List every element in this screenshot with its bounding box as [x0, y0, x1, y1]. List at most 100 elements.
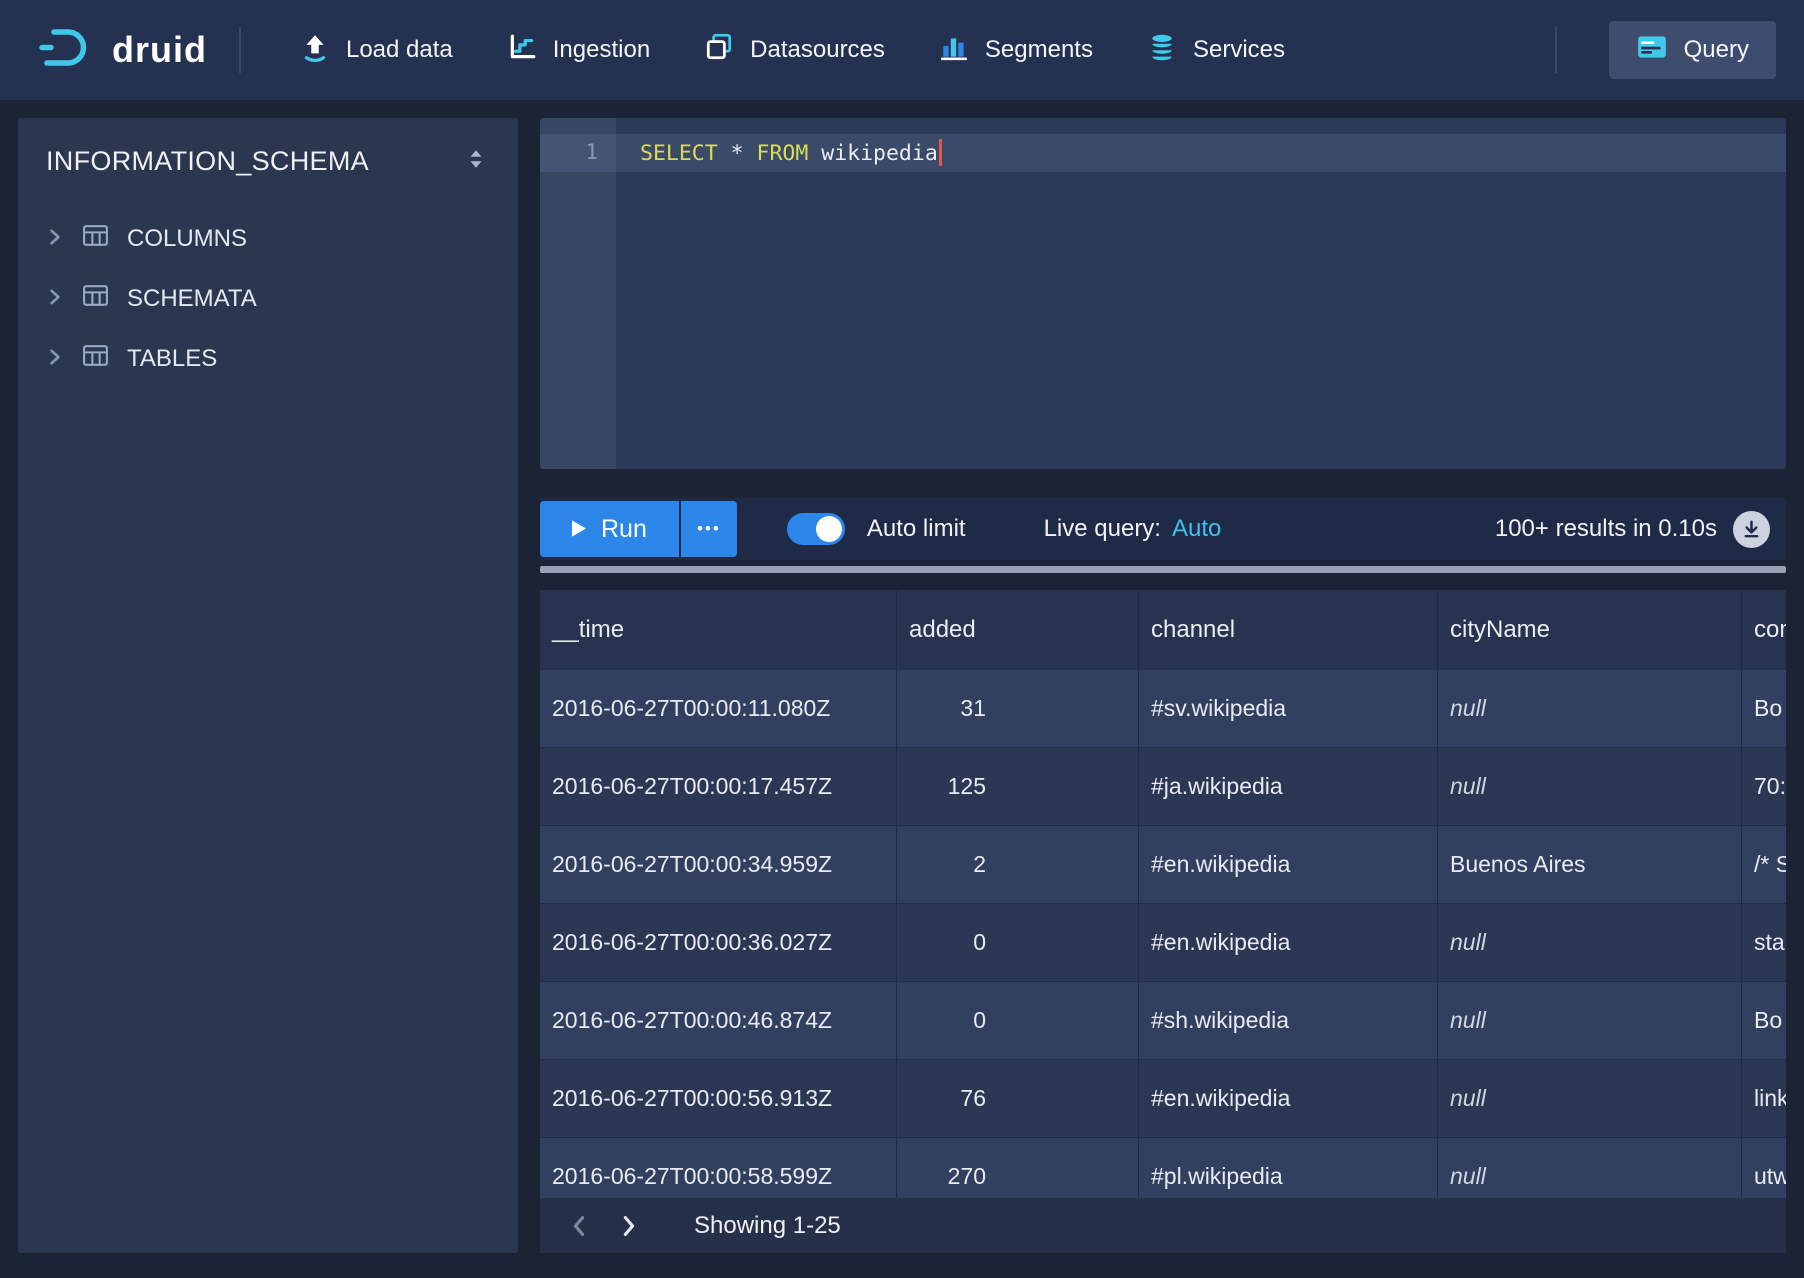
- main-nav: Load data Ingestion Datasources: [273, 0, 1776, 100]
- nav-item-ingestion[interactable]: Ingestion: [480, 0, 677, 100]
- table-icon: [82, 283, 109, 315]
- table-cell[interactable]: 0: [897, 904, 1139, 982]
- table-row: 2016-06-27T00:00:11.080Z 31 #sv.wikipedi…: [540, 670, 1786, 748]
- table-icon: [82, 343, 109, 375]
- sql-editor[interactable]: 1 SELECT * FROM wikipedia: [540, 118, 1786, 469]
- run-toolbar: Run ••• Auto limit Live query: Auto 100+…: [540, 498, 1786, 560]
- nav-label: Services: [1193, 36, 1285, 64]
- table-row: 2016-06-27T00:00:56.913Z 76 #en.wikipedi…: [540, 1060, 1786, 1138]
- table-cell[interactable]: Bo: [1742, 670, 1786, 748]
- table-cell[interactable]: null: [1438, 748, 1742, 826]
- top-navigation-bar: druid Load data Ingestion: [0, 0, 1804, 100]
- chevron-right-icon: [46, 345, 64, 373]
- query-icon: [1636, 32, 1668, 69]
- showing-range-label: Showing 1-25: [694, 1212, 841, 1240]
- nav-label: Segments: [985, 36, 1093, 64]
- table-cell[interactable]: 2016-06-27T00:00:36.027Z: [540, 904, 897, 982]
- table-row: 2016-06-27T00:00:34.959Z 2 #en.wikipedia…: [540, 826, 1786, 904]
- chevron-right-icon: [46, 285, 64, 313]
- nav-item-load-data[interactable]: Load data: [273, 0, 480, 100]
- druid-logo-icon: [38, 25, 96, 76]
- table-cell[interactable]: #sh.wikipedia: [1139, 982, 1438, 1060]
- play-icon: [572, 515, 586, 544]
- table-cell[interactable]: 2016-06-27T00:00:46.874Z: [540, 982, 897, 1060]
- table-cell[interactable]: 31: [897, 670, 1139, 748]
- table-cell[interactable]: 2016-06-27T00:00:17.457Z: [540, 748, 897, 826]
- table-cell[interactable]: 2016-06-27T00:00:11.080Z: [540, 670, 897, 748]
- schema-tree: COLUMNS SCHEMATA: [46, 209, 490, 389]
- sql-identifier: wikipedia: [821, 141, 938, 166]
- ellipsis-icon: •••: [697, 519, 721, 539]
- double-caret-icon[interactable]: [462, 142, 490, 181]
- table-row: 2016-06-27T00:00:17.457Z 125 #ja.wikiped…: [540, 748, 1786, 826]
- results-summary: 100+ results in 0.10s: [1495, 515, 1717, 543]
- auto-limit-toggle[interactable]: [787, 513, 845, 545]
- table-cell[interactable]: sta: [1742, 904, 1786, 982]
- table-cell[interactable]: null: [1438, 904, 1742, 982]
- column-header-comment[interactable]: com: [1742, 590, 1786, 670]
- query-progress-bar: [540, 566, 1786, 573]
- run-button[interactable]: Run: [540, 501, 679, 557]
- table-cell[interactable]: link: [1742, 1060, 1786, 1138]
- table-cell[interactable]: 70:: [1742, 748, 1786, 826]
- live-query-value[interactable]: Auto: [1172, 515, 1221, 543]
- column-header-time[interactable]: __time: [540, 590, 897, 670]
- schema-selector[interactable]: INFORMATION_SCHEMA: [46, 142, 490, 181]
- toggle-knob: [816, 516, 842, 542]
- nav-item-services[interactable]: Services: [1120, 0, 1312, 100]
- previous-page-button[interactable]: [554, 1201, 604, 1251]
- table-cell[interactable]: 125: [897, 748, 1139, 826]
- table-cell[interactable]: #en.wikipedia: [1139, 1060, 1438, 1138]
- table-cell[interactable]: #ja.wikipedia: [1139, 748, 1438, 826]
- nav-item-datasources[interactable]: Datasources: [677, 0, 912, 100]
- table-cell[interactable]: 2: [897, 826, 1139, 904]
- table-cell[interactable]: #en.wikipedia: [1139, 826, 1438, 904]
- table-cell[interactable]: null: [1438, 1060, 1742, 1138]
- tree-item-label: TABLES: [127, 345, 217, 373]
- segments-icon: [939, 32, 969, 69]
- content-area: INFORMATION_SCHEMA: [0, 100, 1804, 1278]
- auto-limit-label: Auto limit: [867, 515, 966, 543]
- table-row: 2016-06-27T00:00:46.874Z 0 #sh.wikipedia…: [540, 982, 1786, 1060]
- table-row: 2016-06-27T00:00:36.027Z 0 #en.wikipedia…: [540, 904, 1786, 982]
- sql-keyword: FROM: [757, 141, 809, 166]
- nav-item-query[interactable]: Query: [1609, 21, 1776, 79]
- live-query-label: Live query:: [1044, 515, 1161, 543]
- table-cell[interactable]: 2016-06-27T00:00:34.959Z: [540, 826, 897, 904]
- table-cell[interactable]: 2016-06-27T00:00:56.913Z: [540, 1060, 897, 1138]
- tree-item-columns[interactable]: COLUMNS: [46, 209, 490, 269]
- tree-item-label: COLUMNS: [127, 225, 247, 253]
- datasources-icon: [704, 32, 734, 69]
- results-panel: __time added channel cityName com 2016-0…: [540, 590, 1786, 1253]
- sql-star: *: [731, 141, 744, 166]
- query-workbench: 1 SELECT * FROM wikipedia Run ••• Auto l…: [540, 118, 1786, 1253]
- table-cell[interactable]: null: [1438, 982, 1742, 1060]
- column-header-cityname[interactable]: cityName: [1438, 590, 1742, 670]
- table-cell[interactable]: null: [1438, 670, 1742, 748]
- table-cell[interactable]: Bo: [1742, 982, 1786, 1060]
- brand-name: druid: [112, 29, 207, 71]
- run-button-label: Run: [601, 515, 647, 544]
- table-cell[interactable]: /* S: [1742, 826, 1786, 904]
- nav-label: Query: [1684, 36, 1749, 64]
- table-cell[interactable]: 76: [897, 1060, 1139, 1138]
- tree-item-tables[interactable]: TABLES: [46, 329, 490, 389]
- table-icon: [82, 223, 109, 255]
- table-cell[interactable]: #en.wikipedia: [1139, 904, 1438, 982]
- nav-item-segments[interactable]: Segments: [912, 0, 1120, 100]
- line-number: 1: [540, 140, 598, 164]
- download-results-button[interactable]: [1733, 511, 1770, 548]
- next-page-button[interactable]: [604, 1201, 654, 1251]
- run-more-button[interactable]: •••: [681, 501, 737, 557]
- table-cell[interactable]: #sv.wikipedia: [1139, 670, 1438, 748]
- druid-logo[interactable]: druid: [38, 25, 207, 76]
- nav-label: Ingestion: [553, 36, 650, 64]
- table-cell[interactable]: 0: [897, 982, 1139, 1060]
- tree-item-schemata[interactable]: SCHEMATA: [46, 269, 490, 329]
- column-header-added[interactable]: added: [897, 590, 1139, 670]
- column-header-channel[interactable]: channel: [1139, 590, 1438, 670]
- schema-sidebar: INFORMATION_SCHEMA: [18, 118, 518, 1253]
- tree-item-label: SCHEMATA: [127, 285, 257, 313]
- sql-keyword: SELECT: [640, 141, 718, 166]
- table-cell[interactable]: Buenos Aires: [1438, 826, 1742, 904]
